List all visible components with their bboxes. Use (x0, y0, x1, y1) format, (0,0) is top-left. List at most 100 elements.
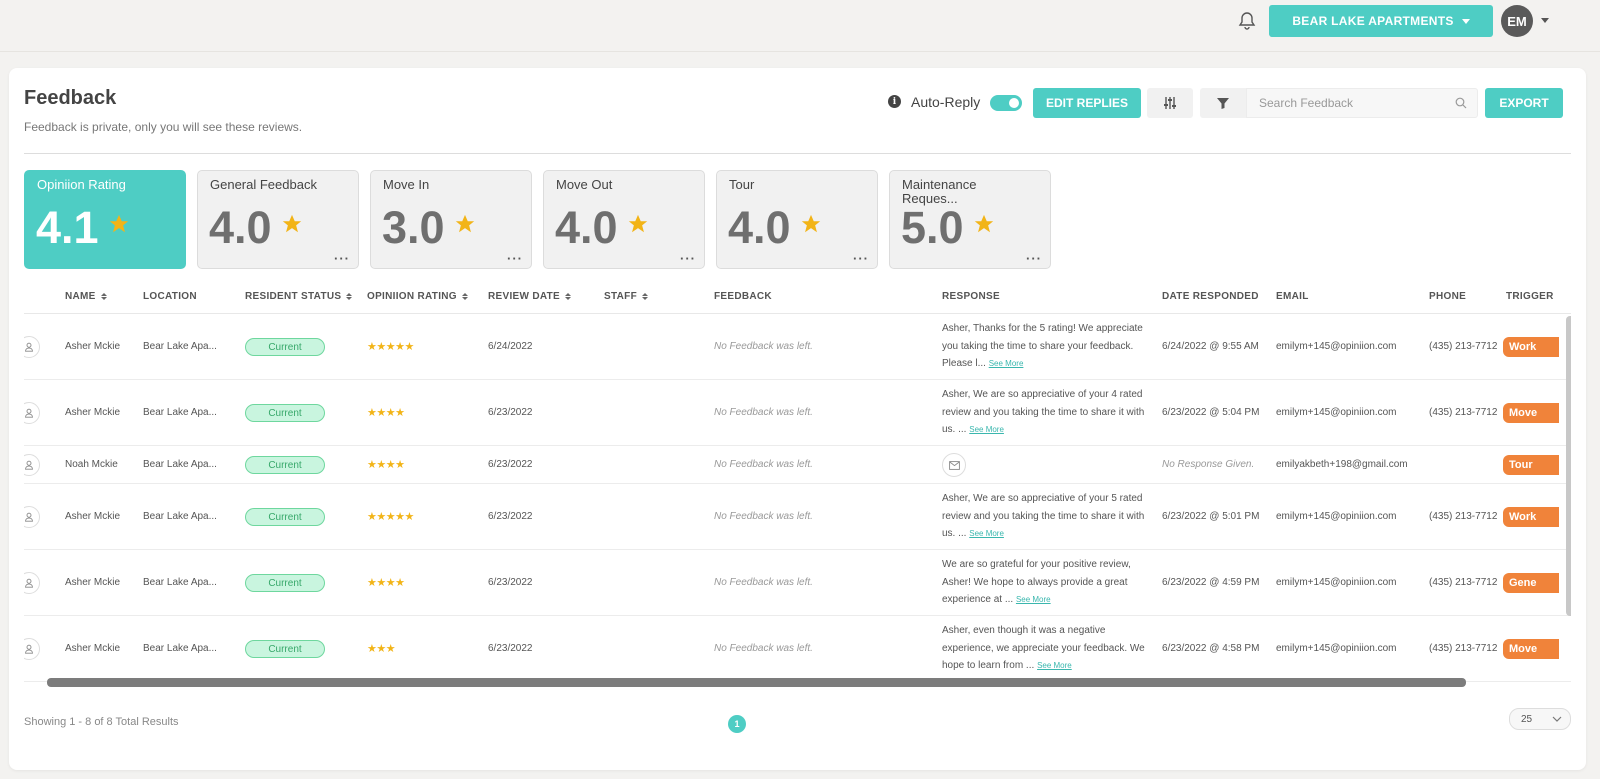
column-settings-button[interactable] (1147, 88, 1193, 118)
trigger-badge: Tour (1503, 455, 1559, 475)
column-header-name[interactable]: NAME (65, 291, 107, 302)
cell-feedback: No Feedback was left. (714, 459, 813, 470)
column-header-label: OPINIION RATING (367, 291, 457, 302)
divider (24, 153, 1571, 154)
more-options-icon[interactable]: ··· (507, 251, 523, 266)
cell-review-date: 6/23/2022 (488, 643, 533, 654)
column-header-trigger: TRIGGER (1506, 291, 1554, 302)
table-row[interactable]: Asher Mckie Bear Lake Apa... Current ★★★★ 6/… (24, 380, 1571, 446)
cell-name[interactable]: Noah Mckie (65, 459, 118, 470)
rating-card-value: 4.1 (36, 202, 99, 253)
status-badge: Current (245, 404, 325, 422)
rating-card-label: General Feedback (210, 177, 317, 192)
rating-card-opiniion[interactable]: Opiniion Rating 4.1 (24, 170, 186, 269)
notifications-bell-icon[interactable] (1236, 10, 1258, 32)
page-button[interactable]: 1 (728, 715, 746, 733)
page-size-select[interactable]: 25 (1509, 708, 1571, 730)
sort-icon[interactable] (565, 293, 572, 300)
see-more-link[interactable]: See More (1037, 661, 1072, 670)
rating-card-value: 4.0 (555, 202, 618, 253)
search-input[interactable] (1247, 89, 1437, 117)
see-more-link[interactable]: See More (969, 425, 1004, 434)
cell-review-date: 6/23/2022 (488, 459, 533, 470)
user-icon (24, 402, 40, 424)
vertical-scrollbar[interactable] (1566, 316, 1571, 616)
horizontal-scrollbar[interactable] (47, 678, 1466, 687)
user-icon (24, 572, 40, 594)
page-subtitle: Feedback is private, only you will see t… (24, 120, 303, 134)
cell-phone: (435) 213-7712 (1429, 407, 1498, 418)
table-row[interactable]: Noah Mckie Bear Lake Apa... Current ★★★★ 6/2… (24, 446, 1571, 484)
rating-card-maintenance[interactable]: Maintenance Reques... 5.0 ··· (889, 170, 1051, 269)
sort-icon[interactable] (100, 293, 107, 300)
cell-name[interactable]: Asher Mckie (65, 407, 120, 418)
sort-icon[interactable] (641, 293, 648, 300)
avatar-initials: EM (1507, 13, 1527, 29)
column-header-review-date[interactable]: REVIEW DATE (488, 291, 572, 302)
column-header-resident-status[interactable]: RESIDENT STATUS (245, 291, 353, 302)
property-selector-button[interactable]: BEAR LAKE APARTMENTS (1269, 5, 1493, 37)
cell-email: emilym+145@opiniion.com (1276, 577, 1397, 588)
rating-stars: ★★★★★ (367, 341, 414, 353)
cell-review-date: 6/23/2022 (488, 577, 533, 588)
sort-icon[interactable] (461, 293, 468, 300)
info-icon[interactable]: i (888, 95, 901, 108)
see-more-link[interactable]: See More (969, 529, 1004, 538)
cell-email: emilym+145@opiniion.com (1276, 511, 1397, 522)
cell-location: Bear Lake Apa... (143, 577, 217, 588)
star-icon (282, 214, 302, 233)
column-header-label: NAME (65, 291, 96, 302)
rating-card-move-out[interactable]: Move Out 4.0 ··· (543, 170, 705, 269)
star-icon (801, 214, 821, 233)
column-header-staff[interactable]: STAFF (604, 291, 648, 302)
filter-button[interactable] (1200, 88, 1246, 118)
star-icon (455, 214, 475, 233)
page-title: Feedback (24, 87, 117, 109)
user-menu-chevron-icon[interactable] (1541, 18, 1549, 23)
column-header-email: EMAIL (1276, 291, 1309, 302)
see-more-link[interactable]: See More (1016, 595, 1051, 604)
more-options-icon[interactable]: ··· (1026, 251, 1042, 266)
trigger-badge: Work (1503, 507, 1559, 527)
export-button[interactable]: EXPORT (1485, 88, 1563, 118)
table-row[interactable]: Asher Mckie Bear Lake Apa... Current ★★★ 6/2… (24, 616, 1571, 682)
table-row[interactable]: Asher Mckie Bear Lake Apa... Current ★★★★ 6/… (24, 550, 1571, 616)
rating-card-tour[interactable]: Tour 4.0 ··· (716, 170, 878, 269)
rating-card-move-in[interactable]: Move In 3.0 ··· (370, 170, 532, 269)
more-options-icon[interactable]: ··· (680, 251, 696, 266)
cell-review-date: 6/23/2022 (488, 407, 533, 418)
cell-name[interactable]: Asher Mckie (65, 341, 120, 352)
cell-date-responded: 6/23/2022 @ 5:01 PM (1162, 511, 1260, 522)
column-header-label: RESPONSE (942, 291, 1000, 302)
auto-reply-toggle[interactable] (990, 95, 1022, 111)
cell-email: emilym+145@opiniion.com (1276, 407, 1397, 418)
column-header-label: EMAIL (1276, 291, 1309, 302)
cell-name[interactable]: Asher Mckie (65, 577, 120, 588)
user-avatar[interactable]: EM (1501, 5, 1533, 37)
more-options-icon[interactable]: ··· (334, 251, 350, 266)
search-icon[interactable] (1455, 97, 1467, 109)
table-header: NAME LOCATION RESIDENT STATUS OPINIION R… (24, 281, 1571, 314)
cell-feedback: No Feedback was left. (714, 643, 813, 654)
mail-icon[interactable] (942, 453, 966, 477)
star-icon (974, 214, 994, 233)
rating-card-general-feedback[interactable]: General Feedback 4.0 ··· (197, 170, 359, 269)
column-header-feedback: FEEDBACK (714, 291, 772, 302)
filter-icon (1217, 98, 1229, 109)
feedback-table: NAME LOCATION RESIDENT STATUS OPINIION R… (24, 281, 1571, 692)
see-more-link[interactable]: See More (989, 359, 1024, 368)
column-header-rating[interactable]: OPINIION RATING (367, 291, 468, 302)
column-header-label: TRIGGER (1506, 291, 1554, 302)
cell-response: Asher, We are so appreciative of your 4 … (942, 386, 1154, 439)
edit-replies-button[interactable]: EDIT REPLIES (1033, 88, 1141, 118)
status-badge: Current (245, 508, 325, 526)
table-row[interactable]: Asher Mckie Bear Lake Apa... Current ★★★★★ 6… (24, 484, 1571, 550)
more-options-icon[interactable]: ··· (853, 251, 869, 266)
chevron-down-icon (1552, 716, 1562, 722)
table-row[interactable]: Asher Mckie Bear Lake Apa... Current ★★★★★ 6… (24, 314, 1571, 380)
sort-icon[interactable] (346, 293, 353, 300)
cell-date-responded: No Response Given. (1162, 459, 1255, 470)
cell-name[interactable]: Asher Mckie (65, 511, 120, 522)
column-header-phone: PHONE (1429, 291, 1466, 302)
cell-name[interactable]: Asher Mckie (65, 643, 120, 654)
